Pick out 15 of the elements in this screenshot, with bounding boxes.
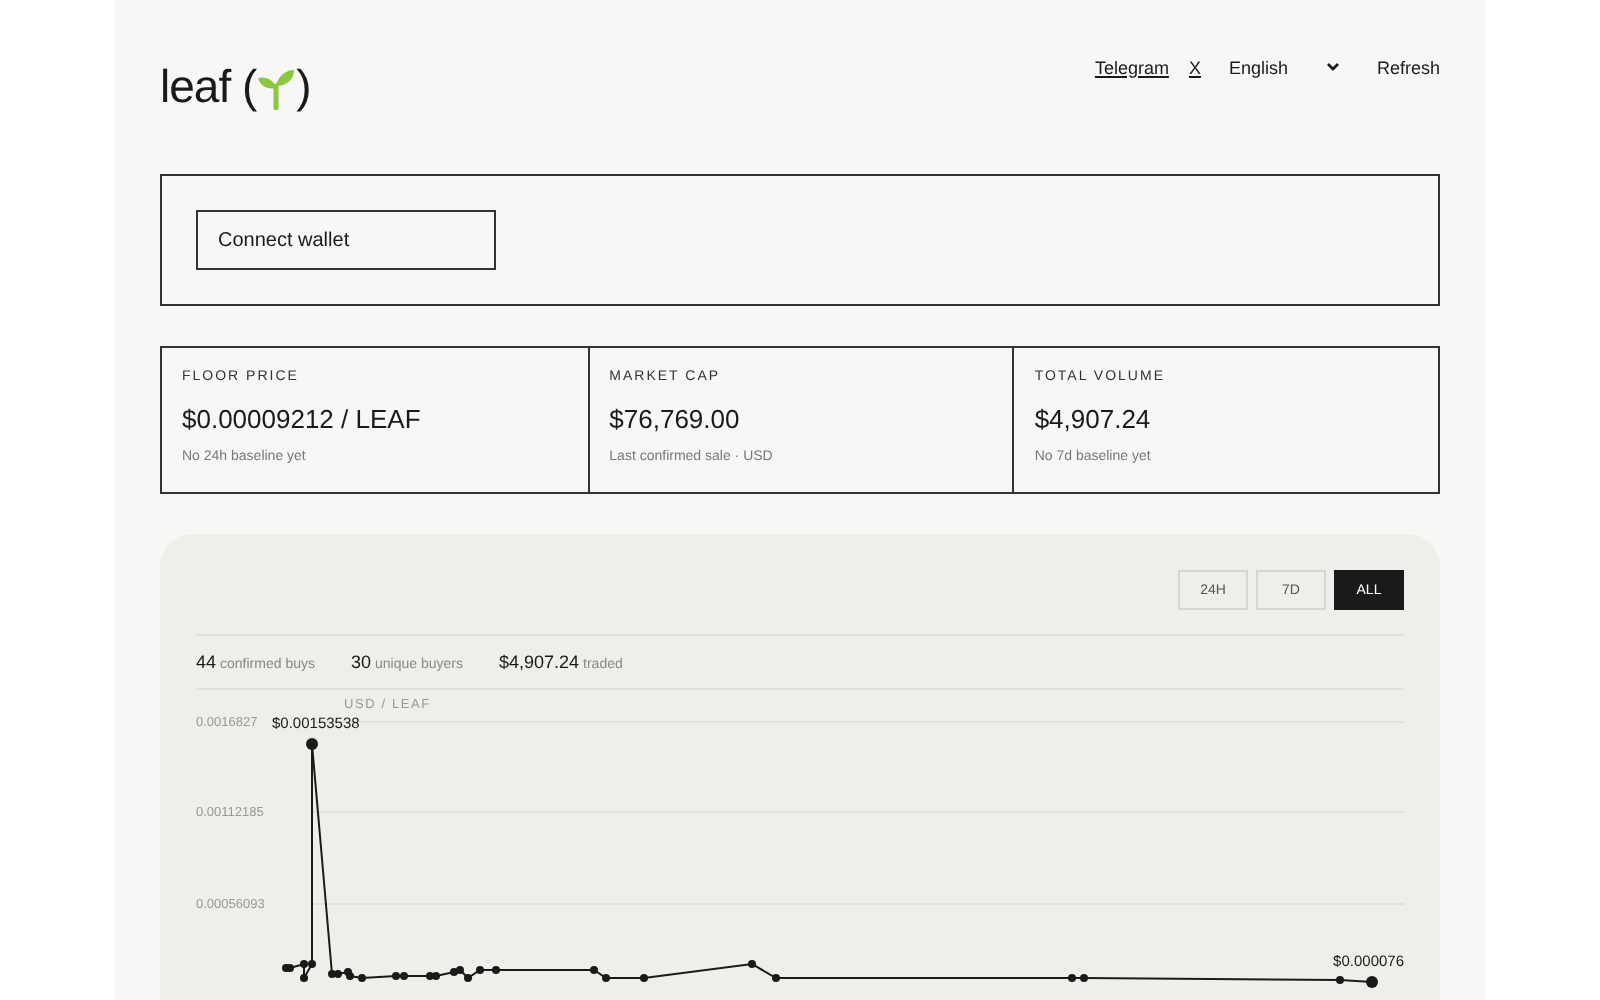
connect-wallet-button[interactable]: Connect wallet [196, 210, 496, 270]
nav-link[interactable]: X [1188, 57, 1201, 77]
logo-text: ) [296, 60, 311, 114]
summary-value: 30 [350, 652, 371, 672]
summary-value: 44 [196, 652, 217, 672]
stat-value: $76,769.00 [609, 404, 742, 434]
refresh-button[interactable]: Refresh [1376, 57, 1440, 77]
summary-value: $4,907.24 [498, 652, 580, 672]
nav-link[interactable]: Telegram [1094, 57, 1169, 77]
chevron-down-icon [1326, 62, 1341, 72]
stat-value: $4,907.24 [1034, 404, 1153, 434]
sprout-icon [256, 65, 297, 109]
language-select[interactable]: English [1228, 57, 1341, 77]
logo-text: leaf ( [160, 60, 257, 114]
stat-value: $0.00009212 / LEAF [182, 404, 423, 434]
